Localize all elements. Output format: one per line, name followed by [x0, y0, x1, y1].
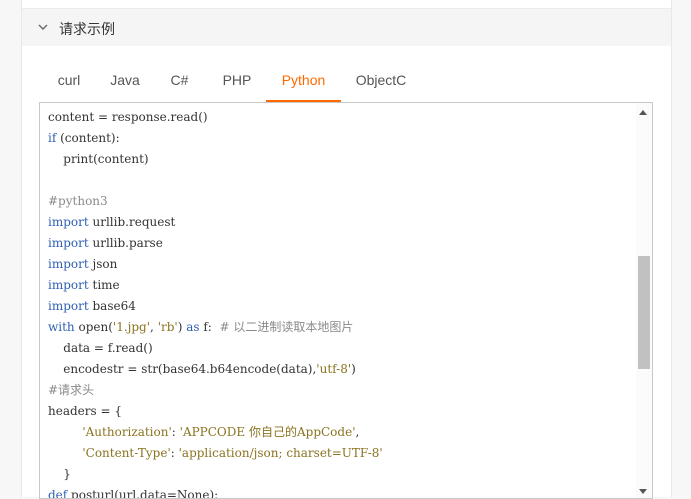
- code-line: import base64: [48, 296, 383, 317]
- code-token: ,: [355, 425, 360, 439]
- code-line: data = f.read(): [48, 338, 383, 359]
- code-line: import urllib.parse: [48, 233, 383, 254]
- code-token: ): [351, 362, 356, 376]
- code-token: #python3: [48, 194, 108, 208]
- code-token: urllib.request: [88, 215, 176, 229]
- code-token: 'utf-8': [316, 362, 352, 376]
- code-token: as: [186, 320, 200, 334]
- code-token: import: [48, 257, 89, 271]
- code-token: open(: [74, 320, 113, 334]
- code-token: print(content): [48, 152, 149, 166]
- code-line: #python3: [48, 191, 383, 212]
- vertical-scrollbar[interactable]: [636, 103, 652, 498]
- code-line: }: [48, 464, 383, 485]
- code-token: 'Authorization': [82, 425, 172, 439]
- code-token: with: [48, 320, 75, 334]
- code-line: 'Content-Type': 'application/json; chars…: [48, 443, 383, 464]
- code-content: content = response.read() if (content): p…: [48, 107, 383, 499]
- code-token: import: [48, 299, 89, 313]
- code-token: # 以二进制读取本地图片: [219, 320, 354, 334]
- language-tabs: curl Java C# PHP Python ObjectC: [39, 60, 671, 102]
- request-example-panel: 请求示例 curl Java C# PHP Python ObjectC con…: [21, 0, 672, 499]
- code-token: encodestr = str(base64.b64encode(data),: [48, 362, 317, 376]
- code-line: print(content): [48, 149, 383, 170]
- code-token: (content):: [56, 131, 120, 145]
- code-token: ,: [150, 320, 158, 334]
- code-line: #请求头: [48, 380, 383, 401]
- code-token: f:: [199, 320, 220, 334]
- tab-python[interactable]: Python: [266, 60, 341, 100]
- code-token: base64: [88, 299, 136, 313]
- panel-title: 请求示例: [59, 21, 115, 37]
- tab-php[interactable]: PHP: [208, 60, 266, 100]
- code-editor[interactable]: content = response.read() if (content): p…: [39, 102, 653, 499]
- code-token: }: [48, 467, 71, 481]
- code-line: if (content):: [48, 128, 383, 149]
- tab-csharp[interactable]: C#: [151, 60, 208, 100]
- code-token: ): [177, 320, 187, 334]
- code-token: data = f.read(): [48, 341, 153, 355]
- tab-java[interactable]: Java: [99, 60, 151, 100]
- tab-curl[interactable]: curl: [39, 60, 99, 100]
- code-token: :: [170, 446, 179, 460]
- scroll-up-arrow-icon[interactable]: [639, 110, 647, 115]
- panel-header[interactable]: 请求示例: [22, 8, 671, 46]
- code-token: import: [48, 278, 89, 292]
- code-token: 'Content-Type': [82, 446, 171, 460]
- code-token: json: [88, 257, 118, 271]
- code-line: content = response.read(): [48, 107, 383, 128]
- code-token: time: [88, 278, 120, 292]
- code-line: import json: [48, 254, 383, 275]
- code-line: 'Authorization': 'APPCODE 你自己的AppCode',: [48, 422, 383, 443]
- code-line: encodestr = str(base64.b64encode(data),'…: [48, 359, 383, 380]
- code-token: #请求头: [48, 383, 95, 397]
- code-token: urllib.parse: [88, 236, 163, 250]
- code-token: '1.jpg': [112, 320, 151, 334]
- code-token: 'APPCODE 你自己的AppCode': [179, 425, 356, 439]
- code-token: import: [48, 236, 89, 250]
- tab-objectc[interactable]: ObjectC: [341, 60, 421, 100]
- code-line: with open('1.jpg', 'rb') as f: # 以二进制读取本…: [48, 317, 383, 338]
- code-token: headers = {: [48, 404, 122, 418]
- code-line: headers = {: [48, 401, 383, 422]
- code-token: content = response.read(): [48, 110, 208, 124]
- code-token: 'rb': [157, 320, 178, 334]
- scrollbar-thumb[interactable]: [638, 256, 650, 369]
- code-line: import urllib.request: [48, 212, 383, 233]
- code-line: import time: [48, 275, 383, 296]
- code-token: 'application/json; charset=UTF-8': [178, 446, 383, 460]
- code-token: :: [171, 425, 180, 439]
- code-token: def: [48, 488, 68, 499]
- chevron-down-icon[interactable]: [36, 20, 50, 34]
- scroll-down-arrow-icon[interactable]: [639, 489, 647, 494]
- code-token: import: [48, 215, 89, 229]
- code-token: posturl(url,data=None):: [67, 488, 219, 499]
